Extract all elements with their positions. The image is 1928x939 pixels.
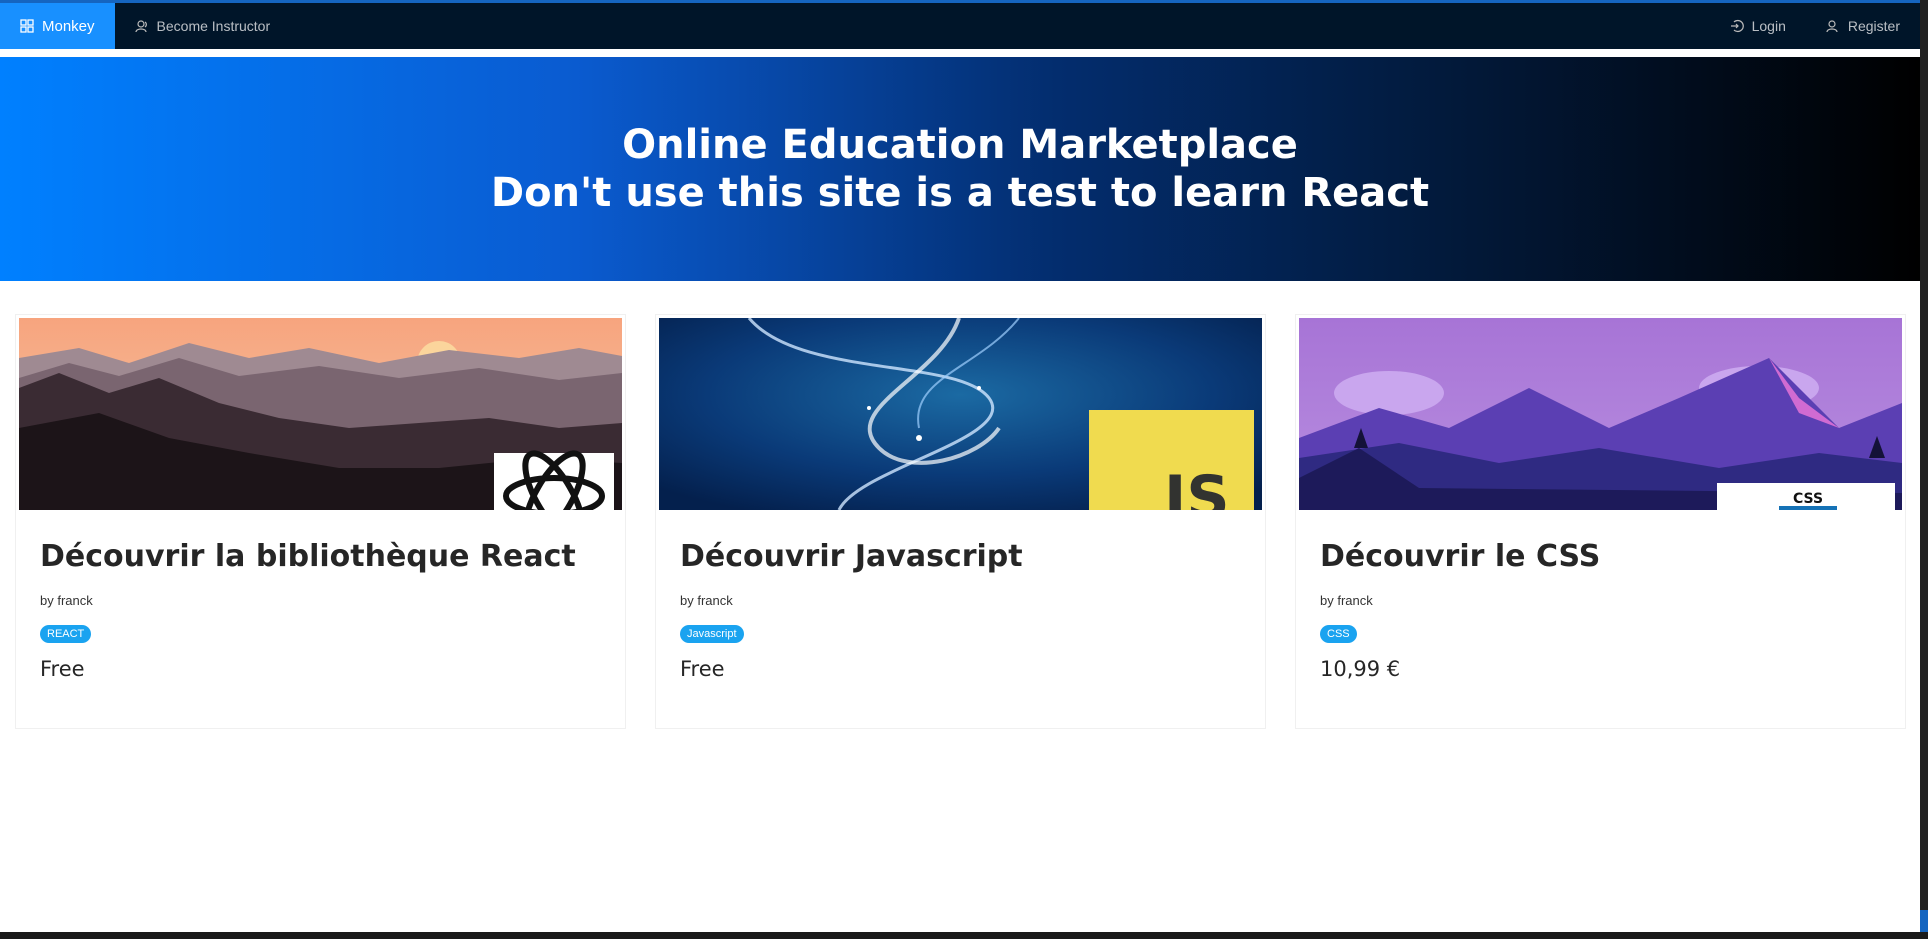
- course-title[interactable]: Découvrir le CSS: [1320, 537, 1881, 577]
- nav-register-label: Register: [1847, 18, 1900, 34]
- course-tag-badge: REACT: [40, 625, 92, 643]
- course-card-javascript[interactable]: JS Découvrir Javascript by franck Javasc…: [655, 314, 1266, 729]
- bottom-bar: [0, 932, 1928, 939]
- nav-register[interactable]: Register: [1806, 3, 1920, 49]
- course-image-css: CSS: [1299, 318, 1902, 510]
- course-price: Free: [680, 657, 725, 681]
- course-title[interactable]: Découvrir Javascript: [680, 537, 1241, 577]
- course-image-react: [19, 318, 622, 510]
- hero-title-line2: Don't use this site is a test to learn R…: [490, 170, 1430, 216]
- course-title[interactable]: Découvrir la bibliothèque React: [40, 537, 601, 577]
- appstore-icon: [20, 19, 34, 33]
- course-card-list: Découvrir la bibliothèque React by franc…: [15, 314, 1906, 729]
- course-price: Free: [40, 657, 85, 681]
- nav-brand-label: Monkey: [42, 17, 95, 35]
- course-card-body: Découvrir le CSS by franck CSS 10,99 €: [1320, 537, 1881, 681]
- course-author: by franck: [40, 593, 93, 608]
- nav-login-label: Login: [1751, 18, 1786, 34]
- course-card-react[interactable]: Découvrir la bibliothèque React by franc…: [15, 314, 626, 729]
- user-add-icon: [1826, 19, 1840, 33]
- hero-title-line1: Online Education Marketplace: [622, 122, 1298, 168]
- nav-become-instructor-label: Become Instructor: [156, 18, 271, 34]
- course-tag-badge: CSS: [1320, 625, 1357, 643]
- login-icon: [1730, 19, 1744, 33]
- course-image-javascript: JS: [659, 318, 1262, 510]
- course-tag-badge: Javascript: [680, 625, 744, 643]
- css-logo-text: CSS: [1793, 491, 1823, 507]
- course-card-body: Découvrir la bibliothèque React by franc…: [40, 537, 601, 681]
- page: Monkey Become Instructor Login Register …: [0, 0, 1928, 939]
- course-card-body: Découvrir Javascript by franck Javascrip…: [680, 537, 1241, 681]
- nav-underline: [0, 49, 1920, 57]
- nav-become-instructor[interactable]: Become Instructor: [115, 3, 291, 49]
- top-navbar: Monkey Become Instructor Login Register: [0, 3, 1920, 49]
- nav-brand-monkey[interactable]: Monkey: [0, 3, 115, 49]
- course-price: 10,99 €: [1320, 657, 1401, 681]
- course-author: by franck: [680, 593, 733, 608]
- hero-banner: Online Education Marketplace Don't use t…: [0, 57, 1920, 281]
- nav-login[interactable]: Login: [1710, 3, 1806, 49]
- window-scrollbar[interactable]: [1920, 0, 1928, 939]
- course-author: by franck: [1320, 593, 1373, 608]
- team-icon: [134, 19, 149, 33]
- js-logo-text: JS: [1160, 463, 1230, 510]
- course-card-css[interactable]: CSS Découvrir le CSS by franck CSS 10,99…: [1295, 314, 1906, 729]
